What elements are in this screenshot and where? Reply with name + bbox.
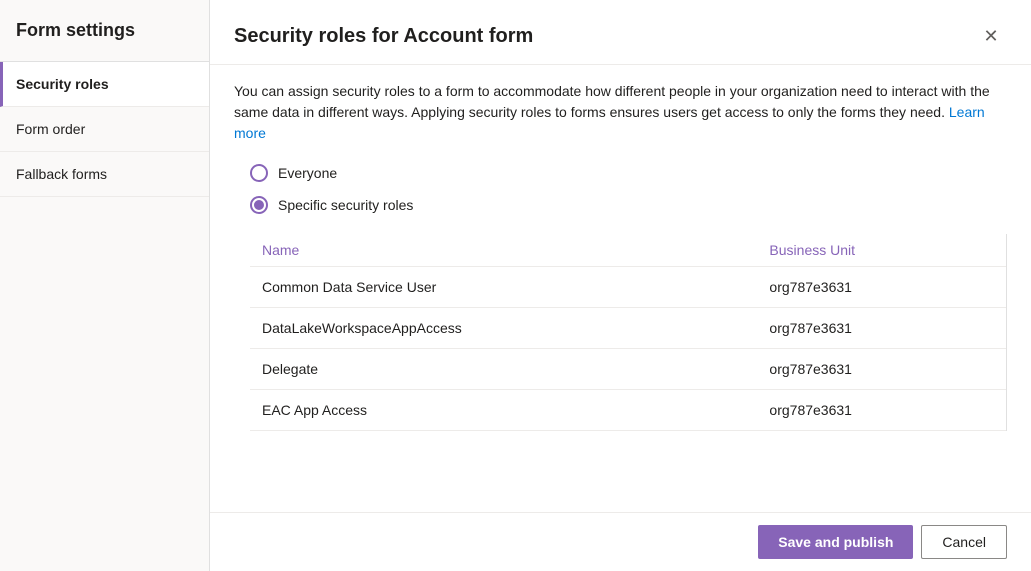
dialog-title: Security roles for Account form [234, 25, 533, 48]
cell-name: EAC App Access [250, 390, 757, 431]
cell-business-unit: org787e3631 [757, 267, 1006, 308]
col-header-business-unit: Business Unit [757, 234, 1006, 267]
radio-specific[interactable]: Specific security roles [250, 196, 1007, 214]
cell-name: Common Data Service User [250, 267, 757, 308]
cell-business-unit: org787e3631 [757, 308, 1006, 349]
sidebar-item-label: Security roles [16, 76, 109, 92]
radio-everyone-input[interactable] [250, 164, 268, 182]
col-header-name: Name [250, 234, 757, 267]
table-row[interactable]: EAC App Accessorg787e3631 [250, 390, 1006, 431]
sidebar-item-security-roles[interactable]: Security roles [0, 62, 209, 107]
radio-everyone[interactable]: Everyone [250, 164, 1007, 182]
radio-specific-label: Specific security roles [278, 197, 413, 213]
radio-group: Everyone Specific security roles [234, 164, 1007, 214]
sidebar-title: Form settings [0, 0, 209, 62]
dialog-header: Security roles for Account form ✕ [210, 0, 1031, 65]
table-row[interactable]: Common Data Service Userorg787e3631 [250, 267, 1006, 308]
cell-business-unit: org787e3631 [757, 349, 1006, 390]
sidebar-item-label: Fallback forms [16, 166, 107, 182]
cancel-button[interactable]: Cancel [921, 525, 1007, 559]
cell-business-unit: org787e3631 [757, 390, 1006, 431]
dialog-footer: Save and publish Cancel [210, 512, 1031, 571]
sidebar-item-form-order[interactable]: Form order [0, 107, 209, 152]
close-button[interactable]: ✕ [975, 20, 1007, 52]
table-row[interactable]: DataLakeWorkspaceAppAccessorg787e3631 [250, 308, 1006, 349]
table-row[interactable]: Delegateorg787e3631 [250, 349, 1006, 390]
roles-table-wrapper: Name Business Unit Common Data Service U… [234, 234, 1007, 431]
radio-specific-input[interactable] [250, 196, 268, 214]
sidebar-item-label: Form order [16, 121, 85, 137]
description-text: You can assign security roles to a form … [234, 81, 1007, 144]
table-header-row: Name Business Unit [250, 234, 1006, 267]
sidebar: Form settings Security roles Form order … [0, 0, 210, 571]
close-icon: ✕ [983, 26, 998, 47]
main-dialog: Security roles for Account form ✕ You ca… [210, 0, 1031, 571]
radio-everyone-label: Everyone [278, 165, 337, 181]
cell-name: Delegate [250, 349, 757, 390]
roles-table: Name Business Unit Common Data Service U… [250, 234, 1006, 431]
dialog-body: You can assign security roles to a form … [210, 65, 1031, 512]
save-publish-button[interactable]: Save and publish [758, 525, 913, 559]
cell-name: DataLakeWorkspaceAppAccess [250, 308, 757, 349]
sidebar-item-fallback-forms[interactable]: Fallback forms [0, 152, 209, 197]
